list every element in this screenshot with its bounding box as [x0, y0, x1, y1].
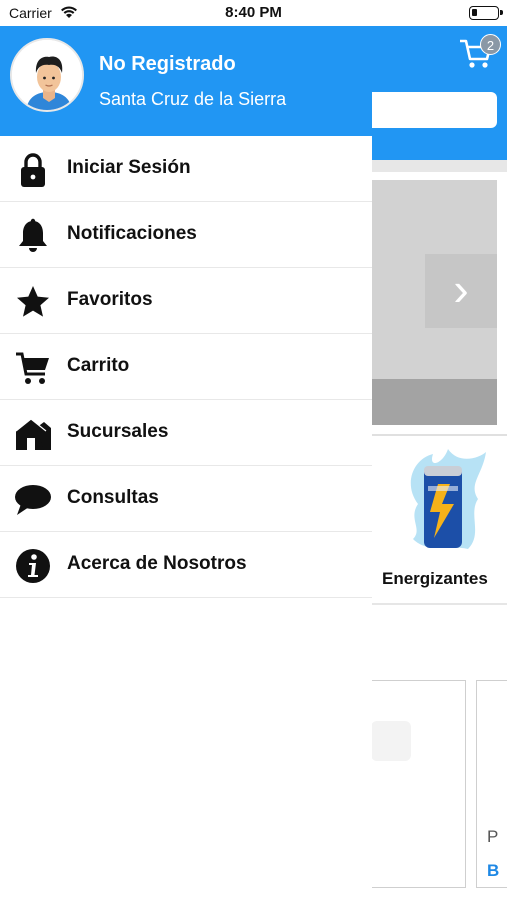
menu-item-iniciar-sesion[interactable]: Iniciar Sesión [0, 136, 372, 202]
avatar[interactable] [10, 38, 84, 112]
product-image-placeholder [371, 721, 411, 761]
menu-item-acerca-de-nosotros[interactable]: Acerca de Nosotros [0, 532, 372, 598]
user-avatar-icon [12, 40, 82, 110]
product-card[interactable] [360, 680, 466, 888]
battery-level [472, 9, 477, 16]
cart-icon [14, 349, 52, 387]
menu-item-label: Sucursales [67, 421, 169, 442]
chat-bubble-icon [14, 481, 52, 519]
menu-item-label: Iniciar Sesión [67, 157, 191, 178]
section-divider [360, 434, 507, 436]
section-divider [360, 603, 507, 605]
user-name: No Registrado [99, 53, 236, 75]
carousel-footer [360, 379, 497, 425]
drawer-header: No Registrado Santa Cruz de la Sierra [0, 26, 372, 136]
clock-label: 8:40 PM [225, 4, 282, 21]
menu-item-favoritos[interactable]: Favoritos [0, 268, 372, 334]
carousel-next-button[interactable]: › [425, 254, 497, 328]
menu-item-label: Acerca de Nosotros [67, 553, 247, 574]
info-icon [14, 547, 52, 585]
menu-item-consultas[interactable]: Consultas [0, 466, 372, 532]
menu-item-sucursales[interactable]: Sucursales [0, 400, 372, 466]
energy-drink-image [410, 449, 486, 549]
category-label[interactable]: Energizantes [382, 569, 488, 589]
product-price-partial: B [487, 861, 500, 880]
menu-item-label: Consultas [67, 487, 159, 508]
battery-icon [469, 6, 503, 20]
product-name-partial: P [487, 827, 499, 846]
menu-item-label: Favoritos [67, 289, 153, 310]
menu-item-label: Notificaciones [67, 223, 197, 244]
lock-icon [14, 151, 52, 189]
star-icon [14, 283, 52, 321]
menu-item-label: Carrito [67, 355, 130, 376]
menu-item-carrito[interactable]: Carrito [0, 334, 372, 400]
user-city: Santa Cruz de la Sierra [99, 89, 287, 109]
status-bar: Carrier 8:40 PM [0, 0, 507, 26]
store-icon [14, 415, 52, 453]
drawer-menu: Iniciar Sesión Notificaciones Favoritos [0, 136, 372, 598]
bell-icon [14, 217, 52, 255]
cart-count-badge: 2 [480, 34, 501, 55]
product-card[interactable]: P B [476, 680, 507, 888]
menu-item-notificaciones[interactable]: Notificaciones [0, 202, 372, 268]
side-drawer: No Registrado Santa Cruz de la Sierra In… [0, 26, 372, 900]
banner-carousel[interactable]: › [360, 180, 497, 425]
